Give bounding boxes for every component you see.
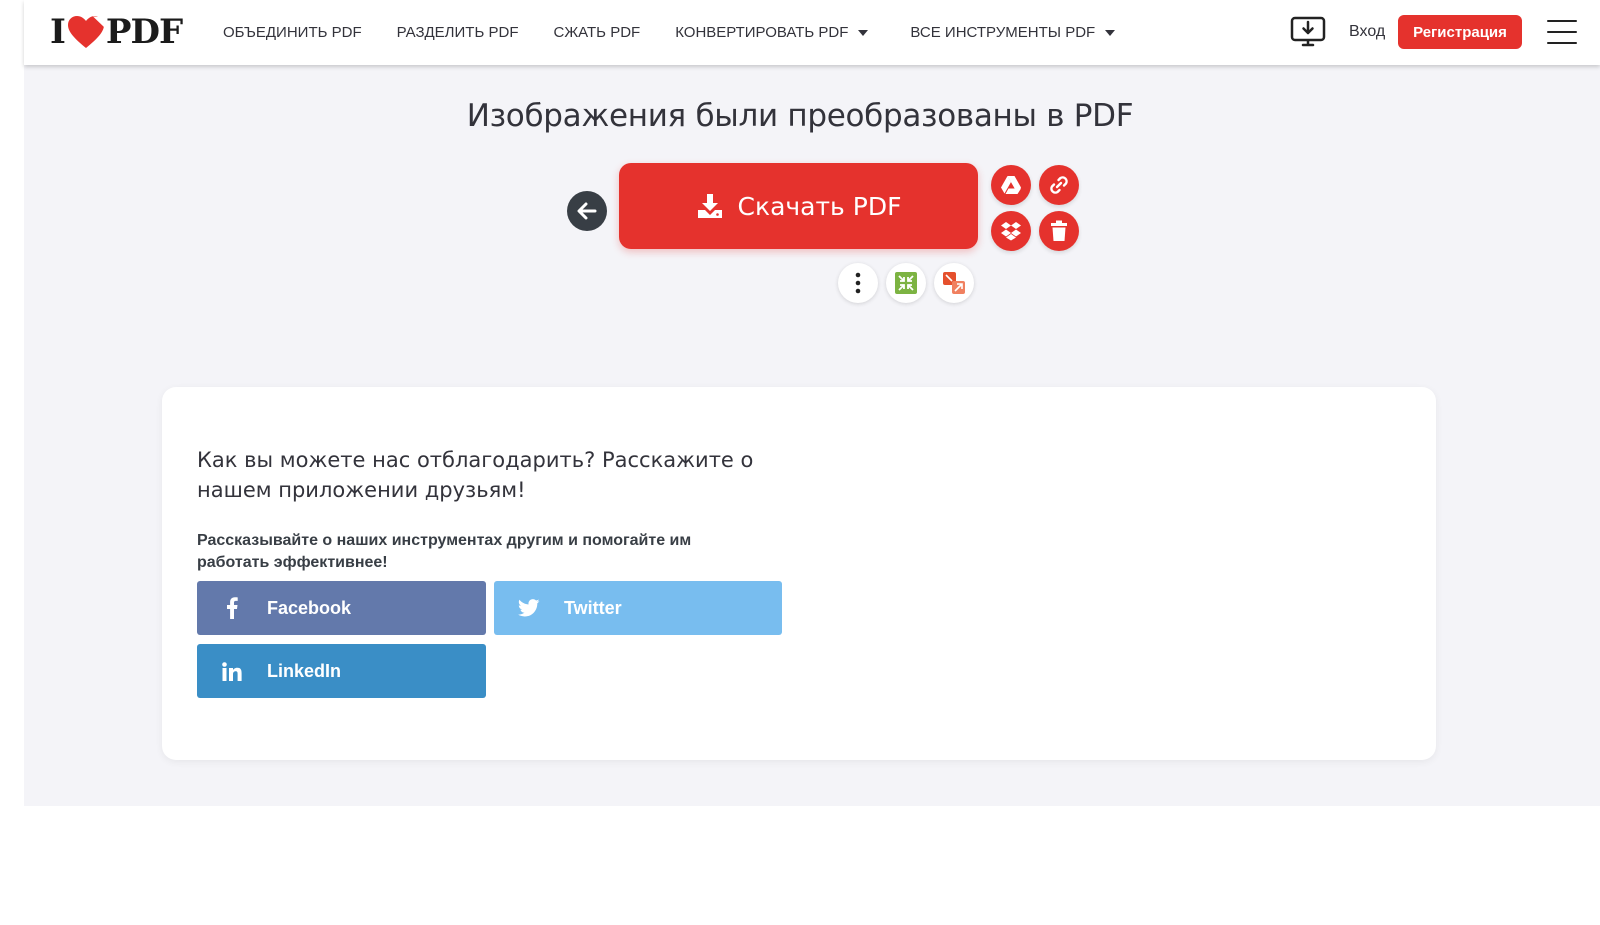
download-pdf-button[interactable]: Скачать PDF [619, 163, 978, 249]
back-button[interactable] [567, 191, 607, 231]
main-nav: ОБЪЕДИНИТЬ PDF РАЗДЕЛИТЬ PDF СЖАТЬ PDF К… [223, 0, 1150, 65]
hamburger-icon[interactable] [1547, 20, 1577, 44]
linkedin-label: LinkedIn [267, 660, 342, 681]
trash-icon [1051, 220, 1067, 241]
hamburger-line [1547, 42, 1577, 44]
page-title: Изображения были преобразованы в PDF [466, 98, 1134, 134]
nav-label: ОБЪЕДИНИТЬ PDF [223, 24, 362, 41]
signup-button[interactable]: Регистрация [1398, 15, 1522, 49]
caret-down-icon [1105, 29, 1116, 36]
nav-label: СЖАТЬ PDF [553, 24, 641, 41]
share-linkedin-button[interactable]: LinkedIn [197, 644, 486, 698]
save-to-dropbox-button[interactable] [991, 211, 1031, 251]
ilovepdf-logo[interactable]: I PDF [50, 12, 183, 52]
download-label: Скачать PDF [737, 191, 902, 221]
twitter-icon [494, 599, 564, 617]
logo-text-i: I [50, 12, 66, 52]
nav-all-tools-dropdown[interactable]: ВСЕ ИНСТРУМЕНТЫ PDF [910, 24, 1116, 41]
facebook-icon [197, 597, 267, 619]
compress-pdf-button[interactable] [886, 263, 926, 303]
delete-file-button[interactable] [1039, 211, 1079, 251]
share-twitter-button[interactable]: Twitter [494, 581, 782, 635]
share-facebook-button[interactable]: Facebook [197, 581, 486, 635]
more-icon [855, 272, 861, 294]
google-drive-icon [1001, 176, 1021, 194]
nav-convert-pdf-dropdown[interactable]: КОНВЕРТИРОВАТЬ PDF [675, 24, 869, 41]
twitter-label: Twitter [564, 597, 622, 618]
top-navbar: I PDF ОБЪЕДИНИТЬ PDF РАЗДЕЛИТЬ PDF СЖАТЬ… [24, 0, 1600, 65]
share-card: Как вы можете нас отблагодарить? Расскаж… [162, 387, 1436, 760]
download-icon [696, 192, 724, 220]
pdf-to-image-icon [943, 272, 965, 294]
nav-label: РАЗДЕЛИТЬ PDF [396, 24, 519, 41]
share-title: Как вы можете нас отблагодарить? Расскаж… [197, 448, 754, 502]
nav-label: ВСЕ ИНСТРУМЕНТЫ PDF [910, 24, 1096, 41]
share-link-button[interactable] [1039, 165, 1079, 205]
caret-down-icon [858, 29, 869, 36]
login-link[interactable]: Вход [1349, 23, 1385, 41]
hamburger-line [1547, 31, 1577, 33]
save-to-google-drive-button[interactable] [991, 165, 1031, 205]
pdf-to-image-button[interactable] [934, 263, 974, 303]
link-icon [1050, 176, 1068, 194]
more-options-button[interactable] [838, 263, 878, 303]
heart-icon [67, 15, 105, 49]
nav-split-pdf[interactable]: РАЗДЕЛИТЬ PDF [397, 24, 519, 41]
dropbox-icon [1001, 222, 1021, 241]
facebook-label: Facebook [267, 597, 352, 618]
linkedin-icon [197, 661, 267, 681]
share-subtitle: Рассказывайте о наших инструментах други… [197, 532, 692, 571]
desktop-download-icon [1290, 16, 1326, 47]
hamburger-line [1547, 20, 1577, 22]
nav-compress-pdf[interactable]: СЖАТЬ PDF [554, 24, 641, 41]
nav-merge-pdf[interactable]: ОБЪЕДИНИТЬ PDF [223, 24, 362, 41]
nav-label: КОНВЕРТИРОВАТЬ PDF [675, 24, 849, 41]
arrow-left-icon [577, 202, 597, 220]
desktop-app-button[interactable] [1289, 14, 1327, 50]
compress-icon [895, 272, 917, 294]
logo-text-pdf: PDF [105, 12, 183, 52]
